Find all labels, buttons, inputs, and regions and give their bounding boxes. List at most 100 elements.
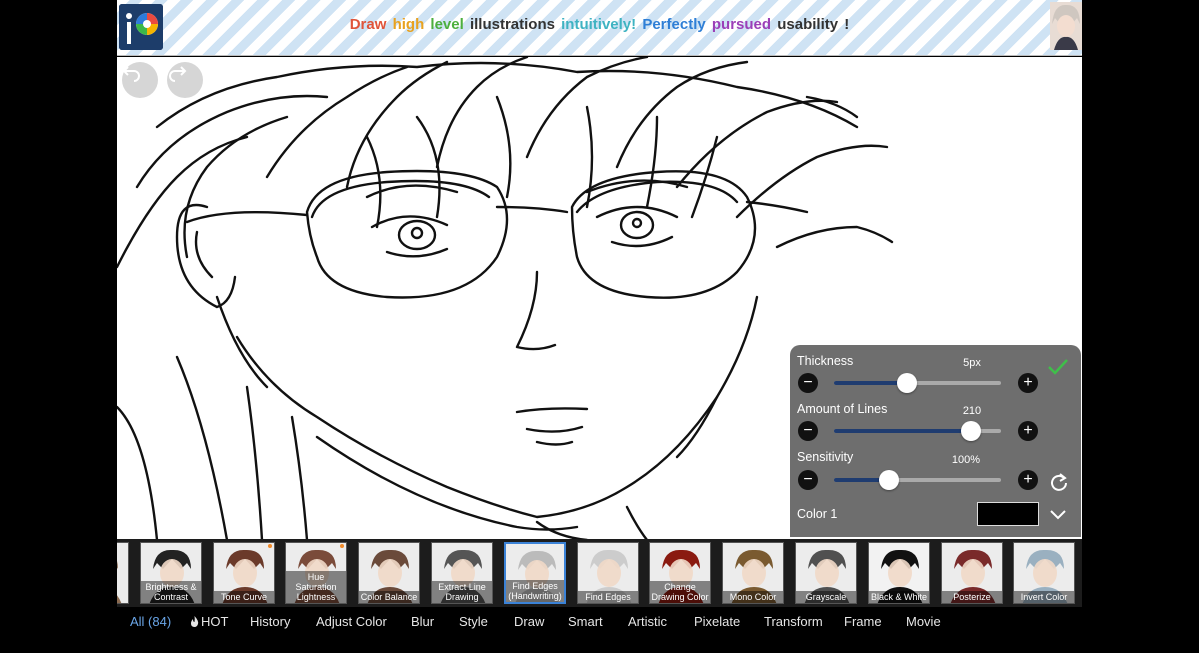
app-window: Draw high level illustrations intuitivel…	[0, 0, 1199, 653]
category-tab[interactable]: Blur	[411, 614, 434, 629]
color1-swatch[interactable]	[977, 502, 1039, 526]
filter-label: Tone Curve	[214, 591, 274, 603]
category-label: Movie	[906, 614, 941, 629]
category-label: Draw	[514, 614, 545, 629]
ad-banner[interactable]: Draw high level illustrations intuitivel…	[117, 0, 1082, 56]
category-tab[interactable]: Style	[459, 614, 488, 629]
amount-of-lines-increase-button[interactable]: +	[1018, 421, 1038, 441]
filter-label: Grayscale	[796, 591, 856, 603]
amount-of-lines-slider-fill	[834, 429, 971, 433]
category-label: Transform	[764, 614, 823, 629]
undo-button[interactable]	[122, 62, 158, 98]
category-tab[interactable]: Movie	[906, 614, 941, 629]
filter-label: Invert Color	[1014, 591, 1074, 603]
filter-label: Color Balance	[359, 591, 419, 603]
filter-thumbnail[interactable]: Invert Color	[1013, 542, 1075, 604]
hot-badge	[268, 544, 272, 548]
filter-label: Extract Line Drawing	[432, 581, 492, 603]
thickness-increase-button[interactable]: +	[1018, 373, 1038, 393]
sensitivity-label: Sensitivity	[797, 450, 854, 464]
category-tab[interactable]: Smart	[568, 614, 603, 629]
filter-thumbnail[interactable]: Grayscale	[795, 542, 857, 604]
amount-of-lines-slider[interactable]	[834, 421, 1001, 441]
banner-word: illustrations	[469, 16, 555, 33]
banner-slogan: Draw high level illustrations intuitivel…	[117, 16, 1082, 33]
category-label: Smart	[568, 614, 603, 629]
category-label: Style	[459, 614, 488, 629]
category-label: Adjust Color	[316, 614, 387, 629]
filter-label: Find Edges	[578, 591, 638, 603]
banner-word: pursued	[711, 16, 772, 33]
filter-thumbnail[interactable]: Posterize	[941, 542, 1003, 604]
sensitivity-increase-button[interactable]: +	[1018, 470, 1038, 490]
chevron-down-icon	[1049, 508, 1067, 525]
banner-word: Draw	[349, 16, 387, 33]
banner-word: usability	[777, 16, 839, 33]
category-tab[interactable]: Pixelate	[694, 614, 740, 629]
banner-word: level	[430, 16, 464, 33]
filter-thumbnail[interactable]	[117, 542, 129, 604]
filter-category-bar: All (84) HOT History Adjust Color Blur Style D…	[117, 607, 1082, 637]
filter-thumbnail[interactable]: Mono Color	[722, 542, 784, 604]
thickness-value: 5px	[963, 357, 981, 369]
flame-icon	[190, 614, 201, 629]
amount-of-lines-slider-handle[interactable]	[960, 421, 981, 441]
banner-word: !	[844, 16, 850, 33]
thickness-slider[interactable]	[834, 373, 1001, 393]
filter-label: Find Edges (Handwriting)	[506, 580, 564, 602]
category-label: HOT	[201, 614, 229, 629]
sensitivity-slider[interactable]	[834, 470, 1001, 490]
filter-thumbnail[interactable]: Tone Curve	[213, 542, 275, 604]
color1-label: Color 1	[797, 507, 838, 521]
banner-word: intuitively!	[561, 16, 637, 33]
category-label: History	[250, 614, 291, 629]
category-tab[interactable]: Draw	[514, 614, 544, 629]
category-tab[interactable]: Transform	[764, 614, 823, 629]
hot-badge	[340, 544, 344, 548]
filter-thumbnail[interactable]: Find Edges	[577, 542, 639, 604]
category-label: Blur	[411, 614, 435, 629]
filter-settings-panel: Thickness 5px − + Amount of Lines 210 − …	[790, 345, 1081, 537]
filter-label: Posterize	[942, 591, 1002, 603]
sensitivity-value: 100%	[951, 454, 981, 466]
advertiser-avatar	[1050, 2, 1082, 50]
thickness-slider-handle[interactable]	[897, 373, 918, 393]
amount-of-lines-decrease-button[interactable]: −	[798, 421, 818, 441]
category-tab[interactable]: Frame	[844, 614, 882, 629]
confirm-button[interactable]	[1047, 357, 1069, 382]
category-tab[interactable]: Adjust Color	[316, 614, 387, 629]
filter-strip[interactable]: Brightness & Contrast Tone Curve Hue Satur…	[117, 539, 1082, 607]
category-label: Artistic	[628, 614, 667, 629]
category-tab[interactable]: All (84)	[130, 614, 171, 629]
filter-thumbnail[interactable]: Change Drawing Color	[649, 542, 711, 604]
filter-thumbnail[interactable]: Find Edges (Handwriting)	[504, 542, 566, 604]
expand-button[interactable]	[1049, 507, 1067, 526]
category-label: Pixelate	[694, 614, 741, 629]
category-label: All (84)	[130, 614, 172, 629]
thickness-label: Thickness	[797, 354, 854, 368]
category-label: Frame	[844, 614, 882, 629]
thickness-decrease-button[interactable]: −	[798, 373, 818, 393]
filter-thumbnail[interactable]: Extract Line Drawing	[431, 542, 493, 604]
filter-preview	[117, 543, 128, 603]
filter-label: Mono Color	[723, 591, 783, 603]
amount-of-lines-value: 210	[962, 405, 982, 417]
banner-word: Perfectly	[642, 16, 706, 33]
reset-button[interactable]	[1049, 472, 1069, 497]
filter-thumbnail[interactable]: Black & White	[868, 542, 930, 604]
category-tab[interactable]: HOT	[190, 614, 228, 629]
filter-label: Brightness & Contrast	[141, 581, 201, 603]
category-tab[interactable]: History	[250, 614, 290, 629]
redo-button[interactable]	[167, 62, 203, 98]
filter-thumbnail[interactable]: Color Balance	[358, 542, 420, 604]
thickness-slider-fill	[834, 381, 908, 385]
filter-label: Hue Saturation Lightness	[286, 571, 346, 603]
checkmark-icon	[1047, 359, 1069, 381]
sensitivity-slider-handle[interactable]	[879, 470, 900, 490]
amount-of-lines-label: Amount of Lines	[797, 402, 888, 416]
banner-word: high	[392, 16, 425, 33]
category-tab[interactable]: Artistic	[628, 614, 667, 629]
sensitivity-decrease-button[interactable]: −	[798, 470, 818, 490]
filter-thumbnail[interactable]: Hue Saturation Lightness	[285, 542, 347, 604]
filter-thumbnail[interactable]: Brightness & Contrast	[140, 542, 202, 604]
